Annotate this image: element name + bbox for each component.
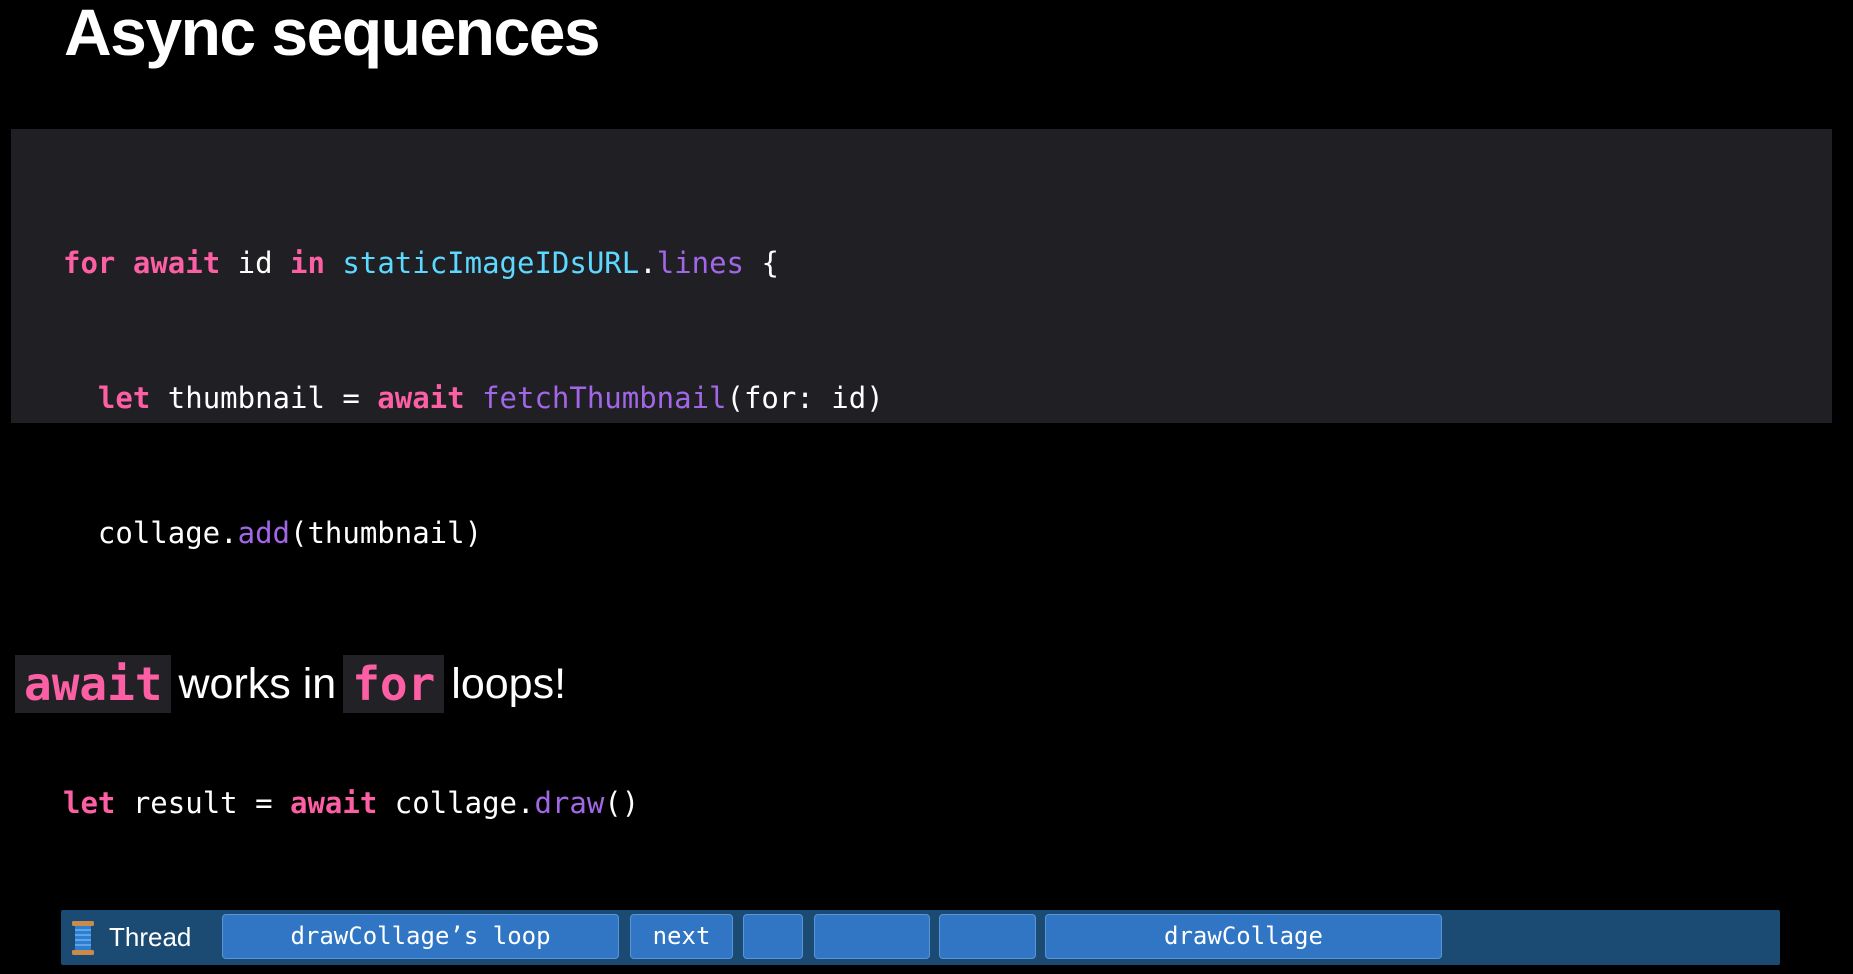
function-fetch-thumbnail: fetchThumbnail [482,381,727,415]
keyword-in: in [290,246,325,280]
caption-text-loops: loops! [451,659,567,708]
collage-object: collage. [97,516,238,550]
code-panel: for await id in staticImageIDsURL.lines … [11,129,1832,820]
code-line-5: let result = await collage.draw() [63,781,884,826]
keyword-for: for [63,246,116,280]
code-block: for await id in staticImageIDsURL.lines … [63,151,884,916]
property-lines: lines [656,246,744,280]
variable-id: id [220,246,291,280]
result-assignment: result = [115,786,290,820]
function-add: add [237,516,290,550]
thumbnail-assignment: thumbnail = [150,381,378,415]
caption-text-works-in: works in [178,659,337,708]
spool-of-thread-icon [70,920,96,956]
slide: Async sequences for await id in staticIm… [0,0,1853,974]
code-dot: . [639,246,657,280]
call-arguments: () [604,786,640,820]
keyword-let: let [63,786,116,820]
segment-next: next [630,914,733,959]
await-code-chip: await [15,655,172,713]
call-arguments: (for: id) [726,381,884,415]
keyword-await: await [377,381,465,415]
function-draw: draw [534,786,605,820]
slide-title: Async sequences [64,0,601,69]
thread-timeline-bar: Thread drawCollage’s loop next drawColla… [61,910,1780,965]
segment-blank [814,914,930,959]
keyword-let: let [97,381,151,415]
segment-drawcollage-loop: drawCollage’s loop [222,914,619,959]
segment-blank [743,914,803,959]
for-code-chip: for [343,655,445,713]
open-brace: { [744,246,779,280]
identifier-static-image-ids-url: staticImageIDsURL [342,246,640,280]
code-line-2: let thumbnail = await fetchThumbnail(for… [63,376,884,421]
segment-blank [939,914,1036,959]
collage-object: collage. [377,786,535,820]
call-arguments: (thumbnail) [290,516,483,550]
thread-label: Thread [109,922,192,952]
code-line-1: for await id in staticImageIDsURL.lines … [63,241,884,286]
segment-drawcollage: drawCollage [1045,914,1442,959]
keyword-await: await [132,246,221,280]
caption: await works in for loops! [15,654,573,714]
keyword-await: await [290,786,378,820]
code-line-3: collage.add(thumbnail) [63,511,884,556]
